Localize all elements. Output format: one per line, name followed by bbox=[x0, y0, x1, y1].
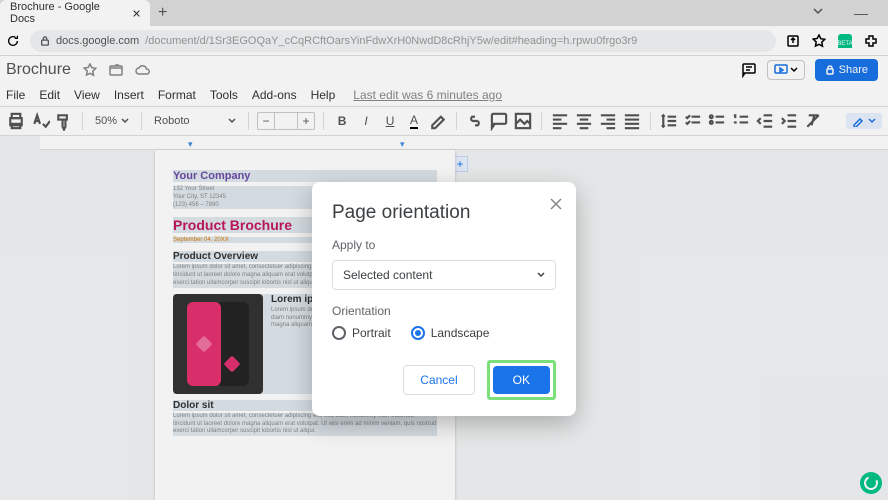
cancel-button[interactable]: Cancel bbox=[403, 365, 474, 395]
apply-to-select[interactable]: Selected content bbox=[332, 260, 556, 290]
ok-button[interactable]: OK bbox=[493, 366, 550, 394]
orientation-label: Orientation bbox=[332, 304, 556, 318]
page-orientation-dialog: Page orientation Apply to Selected conte… bbox=[312, 182, 576, 416]
radio-landscape[interactable]: Landscape bbox=[411, 326, 490, 340]
close-icon[interactable] bbox=[550, 198, 562, 210]
caret-down-icon bbox=[537, 271, 545, 279]
radio-portrait[interactable]: Portrait bbox=[332, 326, 391, 340]
dialog-title: Page orientation bbox=[332, 202, 556, 224]
ok-highlight: OK bbox=[487, 360, 556, 400]
apply-to-label: Apply to bbox=[332, 238, 556, 252]
